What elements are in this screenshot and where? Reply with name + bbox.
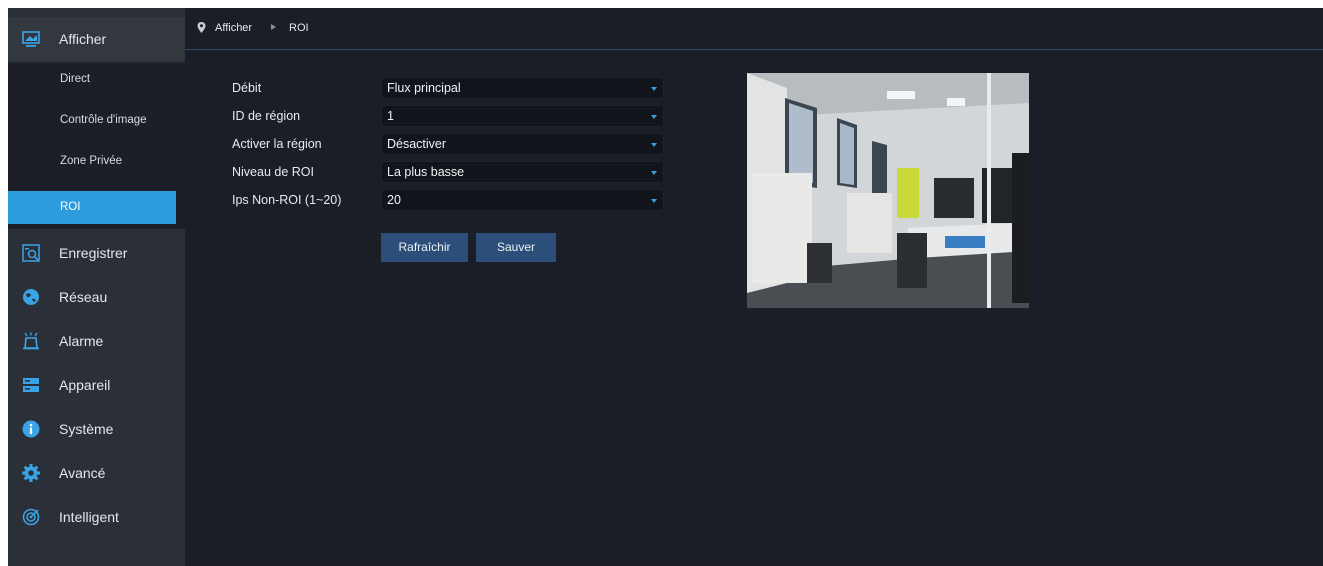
globe-icon bbox=[23, 289, 39, 305]
info-icon bbox=[22, 420, 40, 438]
sidebar-item-label: Réseau bbox=[59, 289, 108, 305]
sidebar-item-avance[interactable]: Avancé bbox=[8, 451, 185, 495]
chevron-down-icon bbox=[651, 143, 657, 147]
target-icon bbox=[22, 508, 40, 526]
submenu-afficher: Direct Contrôle d'image Zone Privée ROI bbox=[8, 63, 185, 229]
camera-preview bbox=[747, 73, 1029, 308]
subnav-item-privacy-zone[interactable]: Zone Privée bbox=[8, 145, 176, 178]
chevron-down-icon bbox=[651, 171, 657, 175]
sidebar-item-enregistrer[interactable]: Enregistrer bbox=[8, 231, 185, 275]
camera-preview-image bbox=[747, 73, 1029, 308]
chevron-down-icon bbox=[651, 87, 657, 91]
sidebar-item-label: Afficher bbox=[59, 31, 107, 47]
enable-region-select[interactable]: Désactiver bbox=[381, 133, 664, 155]
breadcrumb-root[interactable]: Afficher bbox=[215, 22, 252, 34]
monitor-icon bbox=[22, 31, 40, 47]
app-window: Afficher Direct Contrôle d'image Zone Pr… bbox=[8, 8, 1323, 566]
breadcrumb-separator-icon bbox=[271, 24, 276, 30]
select-value: Flux principal bbox=[387, 81, 461, 95]
breadcrumb-current: ROI bbox=[289, 22, 309, 34]
gear-icon bbox=[22, 464, 40, 482]
non-roi-fps-select[interactable]: 20 bbox=[381, 189, 664, 211]
select-value: La plus basse bbox=[387, 165, 465, 179]
sidebar: Afficher Direct Contrôle d'image Zone Pr… bbox=[8, 8, 185, 566]
select-value: 20 bbox=[387, 193, 401, 207]
chevron-down-icon bbox=[651, 199, 657, 203]
label-non-roi-fps: Ips Non-ROI (1~20) bbox=[232, 193, 342, 207]
select-value: 1 bbox=[387, 109, 394, 123]
label-region-id: ID de région bbox=[232, 109, 301, 123]
subnav-item-direct[interactable]: Direct bbox=[8, 63, 176, 96]
sidebar-item-systeme[interactable]: Système bbox=[8, 407, 185, 451]
sidebar-item-afficher[interactable]: Afficher bbox=[8, 17, 185, 61]
subnav-item-roi[interactable]: ROI bbox=[8, 191, 176, 224]
save-button[interactable]: Sauver bbox=[476, 233, 556, 262]
sidebar-item-intelligent[interactable]: Intelligent bbox=[8, 495, 185, 539]
sidebar-item-reseau[interactable]: Réseau bbox=[8, 275, 185, 319]
subnav-item-image-control[interactable]: Contrôle d'image bbox=[8, 104, 176, 137]
sidebar-item-label: Alarme bbox=[59, 333, 104, 349]
record-search-icon bbox=[22, 244, 40, 262]
roi-level-select[interactable]: La plus basse bbox=[381, 161, 664, 183]
breadcrumb: Afficher ROI bbox=[185, 8, 1323, 50]
location-pin-icon bbox=[197, 22, 206, 33]
sidebar-item-label: Appareil bbox=[59, 377, 111, 393]
label-enable-region: Activer la région bbox=[232, 137, 322, 151]
select-value: Désactiver bbox=[387, 137, 447, 151]
chevron-down-icon bbox=[651, 115, 657, 119]
sidebar-item-label: Système bbox=[59, 421, 114, 437]
refresh-button[interactable]: Rafraîchir bbox=[381, 233, 468, 262]
alarm-icon bbox=[23, 332, 39, 350]
sidebar-item-label: Enregistrer bbox=[59, 245, 128, 261]
debit-select[interactable]: Flux principal bbox=[381, 77, 664, 99]
region-id-select[interactable]: 1 bbox=[381, 105, 664, 127]
device-icon bbox=[23, 378, 39, 392]
sidebar-item-alarme[interactable]: Alarme bbox=[8, 319, 185, 363]
main-content: Afficher ROI Débit Flux principal ID de … bbox=[185, 8, 1323, 566]
label-debit: Débit bbox=[232, 81, 262, 95]
sidebar-item-label: Avancé bbox=[59, 465, 106, 481]
label-roi-level: Niveau de ROI bbox=[232, 165, 314, 179]
sidebar-item-label: Intelligent bbox=[59, 509, 119, 525]
sidebar-item-appareil[interactable]: Appareil bbox=[8, 363, 185, 407]
